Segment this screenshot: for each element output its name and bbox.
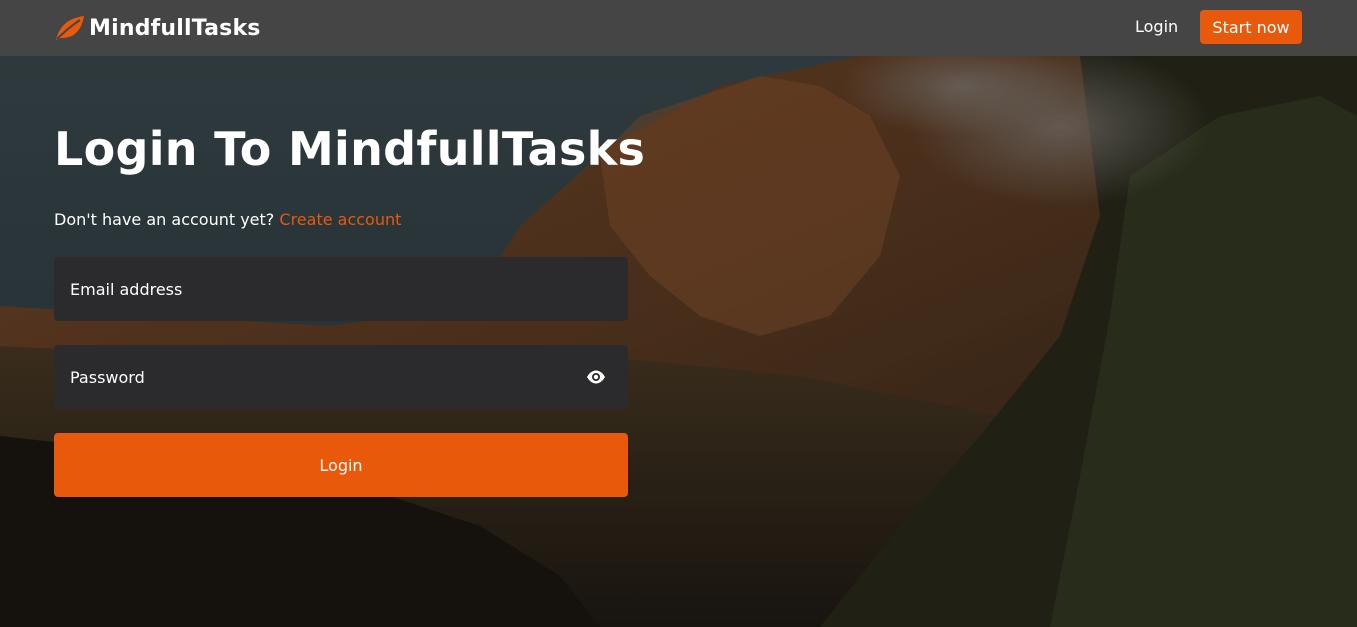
signup-prompt: Don't have an account yet? Create accoun… — [54, 210, 401, 229]
top-navbar: MindfullTasks Login Start now — [0, 0, 1357, 56]
login-page: MindfullTasks Login Start now Login To M… — [0, 0, 1357, 627]
create-account-link[interactable]: Create account — [279, 210, 401, 229]
email-field[interactable] — [54, 257, 628, 321]
brand-logo[interactable]: MindfullTasks — [54, 14, 261, 42]
leaf-icon — [56, 16, 84, 40]
nav-login-link[interactable]: Login — [1135, 17, 1178, 36]
password-field[interactable] — [54, 345, 628, 409]
eye-icon[interactable] — [586, 367, 606, 387]
login-submit-button[interactable]: Login — [54, 433, 628, 497]
brand-name: MindfullTasks — [89, 15, 261, 41]
start-now-button[interactable]: Start now — [1200, 10, 1302, 44]
signup-prompt-text: Don't have an account yet? — [54, 210, 275, 229]
password-field-container — [54, 345, 628, 409]
email-field-container — [54, 257, 628, 321]
page-title: Login To MindfullTasks — [54, 122, 646, 176]
